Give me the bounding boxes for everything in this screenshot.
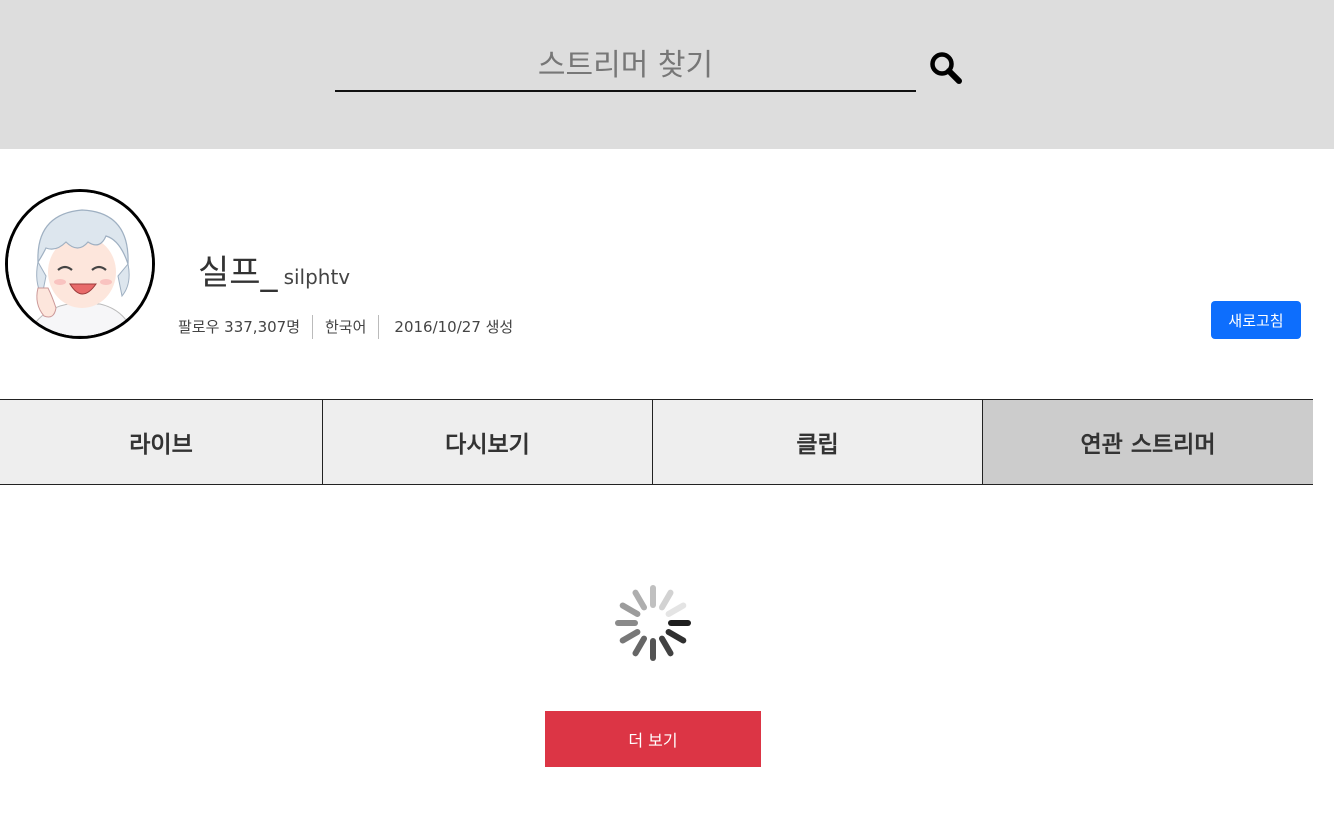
language: 한국어 <box>313 315 380 339</box>
search-bar <box>335 40 916 92</box>
tab-clips[interactable]: 클립 <box>653 400 983 484</box>
search-icon[interactable] <box>928 50 964 86</box>
display-name: 실프_ <box>198 253 278 293</box>
spinner-bar <box>632 589 647 611</box>
login-name: silphtv <box>283 265 351 289</box>
spinner-bar <box>665 602 687 617</box>
profile-section: 실프_ silphtv 팔로우 337,307명 한국어 2016/10/27 … <box>0 149 1334 399</box>
spinner-bar <box>619 602 641 617</box>
streamer-meta: 팔로우 337,307명 한국어 2016/10/27 생성 <box>178 315 525 339</box>
spinner-bar <box>619 629 641 644</box>
follower-count: 팔로우 337,307명 <box>178 315 313 339</box>
tab-live[interactable]: 라이브 <box>0 400 323 484</box>
tab-related-streamers[interactable]: 연관 스트리머 <box>983 400 1313 484</box>
refresh-button[interactable]: 새로고침 <box>1211 301 1301 339</box>
tab-bar: 라이브 다시보기 클립 연관 스트리머 <box>0 399 1313 485</box>
spinner-bar <box>632 635 647 657</box>
tab-replays[interactable]: 다시보기 <box>323 400 653 484</box>
spinner-bar <box>659 589 674 611</box>
load-more-button[interactable]: 더 보기 <box>545 711 761 767</box>
streamer-name: 실프_ silphtv <box>198 245 350 294</box>
loading-spinner-icon <box>613 583 693 663</box>
search-input[interactable] <box>335 40 916 90</box>
created-date: 2016/10/27 생성 <box>394 318 514 336</box>
header <box>0 0 1334 149</box>
spinner-bar <box>659 635 674 657</box>
spinner-bar <box>665 629 687 644</box>
avatar <box>5 189 155 339</box>
